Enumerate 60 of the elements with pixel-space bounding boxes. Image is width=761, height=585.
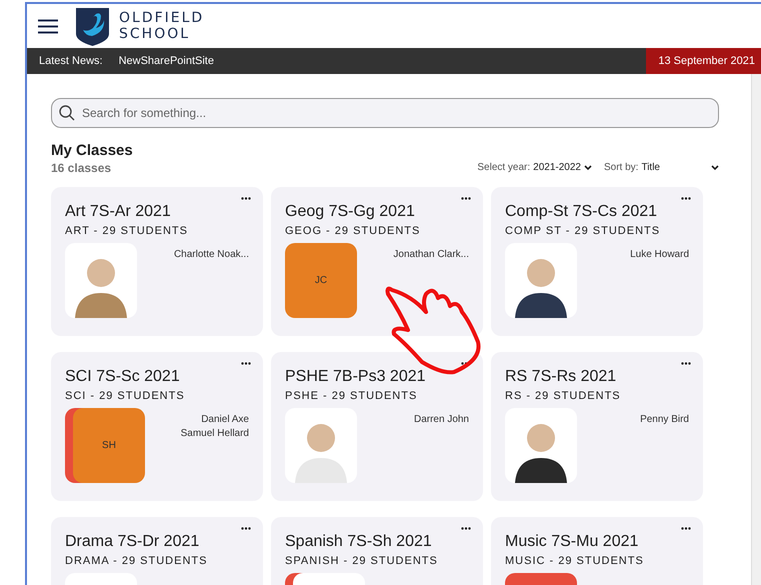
class-title: Drama 7S-Dr 2021 <box>65 533 200 551</box>
more-options-icon[interactable] <box>241 527 251 530</box>
more-options-icon[interactable] <box>461 197 471 200</box>
search-field[interactable]: Search for something... <box>51 98 719 128</box>
school-name: OLDFIELD <box>119 10 204 26</box>
class-subtitle: DRAMA - 29 STUDENTS <box>65 555 208 567</box>
initials-avatar: SH <box>73 408 145 483</box>
class-subtitle: ART - 29 STUDENTS <box>65 225 189 237</box>
menu-icon[interactable] <box>38 18 58 34</box>
more-options-icon[interactable] <box>681 362 691 365</box>
class-title: PSHE 7B-Ps3 2021 <box>285 368 427 386</box>
class-title: Comp-St 7S-Cs 2021 <box>505 203 658 221</box>
class-card[interactable]: Drama 7S-Dr 2021 DRAMA - 29 STUDENTS <box>51 517 263 585</box>
class-count: 16 classes <box>51 161 112 175</box>
more-options-icon[interactable] <box>241 197 251 200</box>
caret-icon <box>711 164 719 170</box>
class-card[interactable]: Music 7S-Mu 2021 MUSIC - 29 STUDENTS <box>491 517 703 585</box>
class-title: Spanish 7S-Sh 2021 <box>285 533 433 551</box>
class-subtitle: SPANISH - 29 STUDENTS <box>285 555 439 567</box>
teacher-name: Daniel Axe <box>201 414 249 425</box>
class-subtitle: MUSIC - 29 STUDENTS <box>505 555 645 567</box>
class-title: RS 7S-Rs 2021 <box>505 368 618 386</box>
class-title: Art 7S-Ar 2021 <box>65 203 172 221</box>
class-title: SCI 7S-Sc 2021 <box>65 368 181 386</box>
news-label: Latest News: <box>39 55 103 67</box>
sort-dropdown[interactable]: Sort by: Title <box>604 162 719 173</box>
class-subtitle: COMP ST - 29 STUDENTS <box>505 225 662 237</box>
class-title: Music 7S-Mu 2021 <box>505 533 640 551</box>
more-options-icon[interactable] <box>681 197 691 200</box>
class-card[interactable]: Comp-St 7S-Cs 2021 COMP ST - 29 STUDENTS Luke Howard <box>491 187 703 336</box>
class-card[interactable]: Art 7S-Ar 2021 ART - 29 STUDENTS Charlotte Noak... <box>51 187 263 336</box>
class-card[interactable]: RS 7S-Rs 2021 RS - 29 STUDENTS Penny Bird <box>491 352 703 501</box>
teacher-name: Darren John <box>414 414 469 425</box>
teacher-name: Samuel Hellard <box>180 428 249 439</box>
class-card[interactable]: SCI 7S-Sc 2021 SCI - 29 STUDENTS SH Daniel Axe Samuel Hellard <box>51 352 263 501</box>
teacher-name: Penny Bird <box>640 414 689 425</box>
class-subtitle: RS - 29 STUDENTS <box>505 390 622 402</box>
class-subtitle: SCI - 29 STUDENTS <box>65 390 186 402</box>
more-options-icon[interactable] <box>461 527 471 530</box>
teacher-name: Jonathan Clark... <box>393 249 469 260</box>
swan-shield-logo-icon <box>76 8 109 46</box>
class-card[interactable]: PSHE 7B-Ps3 2021 PSHE - 29 STUDENTS Darren John <box>271 352 483 501</box>
class-card[interactable]: Spanish 7S-Sh 2021 SPANISH - 29 STUDENTS <box>271 517 483 585</box>
class-subtitle: GEOG - 29 STUDENTS <box>285 225 422 237</box>
more-options-icon[interactable] <box>681 527 691 530</box>
teacher-name: Luke Howard <box>630 249 689 260</box>
scrollbar[interactable] <box>751 74 761 585</box>
more-options-icon[interactable] <box>241 362 251 365</box>
year-dropdown[interactable]: Select year: 2021-2022 <box>477 162 592 173</box>
teacher-name: Charlotte Noak... <box>174 249 249 260</box>
class-title: Geog 7S-Gg 2021 <box>285 203 416 221</box>
caret-icon <box>584 164 592 170</box>
school-name: SCHOOL <box>119 26 192 42</box>
news-link[interactable]: NewSharePointSite <box>118 55 214 67</box>
class-subtitle: PSHE - 29 STUDENTS <box>285 390 418 402</box>
initials-avatar: JC <box>285 243 357 318</box>
news-date: 13 September 2021 <box>646 48 761 74</box>
search-icon <box>59 105 75 121</box>
section-title: My Classes <box>51 142 133 159</box>
class-card[interactable]: Geog 7S-Gg 2021 GEOG - 29 STUDENTS JC Jonathan Clark... <box>271 187 483 336</box>
